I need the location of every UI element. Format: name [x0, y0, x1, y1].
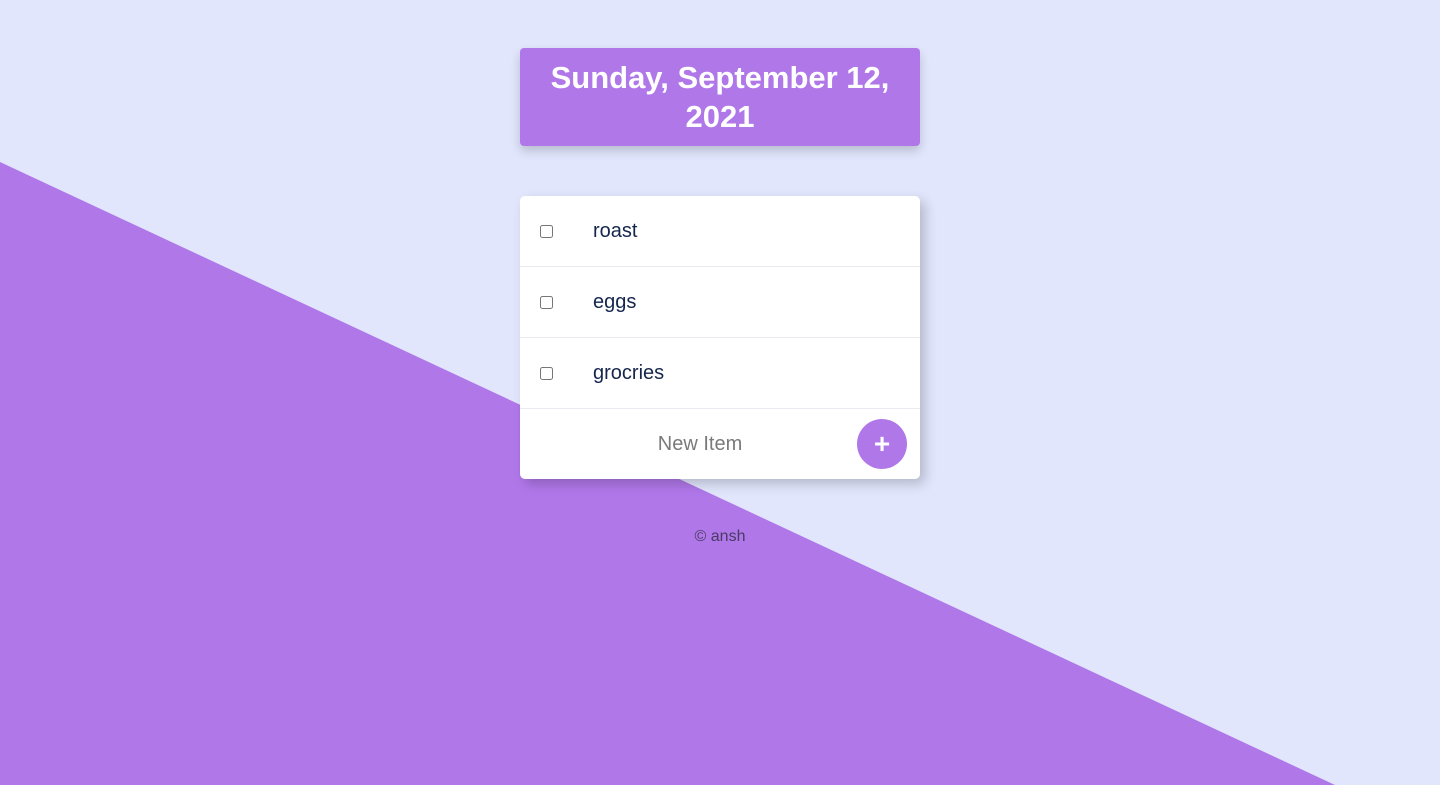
item-checkbox[interactable]: [540, 224, 553, 238]
date-heading-box: Sunday, September 12, 2021: [520, 48, 920, 146]
date-heading: Sunday, September 12, 2021: [550, 60, 890, 134]
new-item-form: +: [520, 409, 920, 479]
add-item-button[interactable]: +: [857, 419, 907, 469]
footer-copyright: © ansh: [694, 528, 746, 545]
list-item: grocries: [520, 338, 920, 409]
todo-list-card: roast eggs grocries +: [520, 196, 920, 479]
list-item: eggs: [520, 267, 920, 338]
item-checkbox[interactable]: [540, 366, 553, 380]
item-label: eggs: [593, 290, 637, 313]
new-item-input[interactable]: [540, 423, 860, 465]
item-label: roast: [593, 219, 638, 242]
list-item: roast: [520, 196, 920, 267]
item-label: grocries: [593, 361, 665, 384]
item-checkbox[interactable]: [540, 295, 553, 309]
footer: © ansh: [0, 528, 1440, 546]
